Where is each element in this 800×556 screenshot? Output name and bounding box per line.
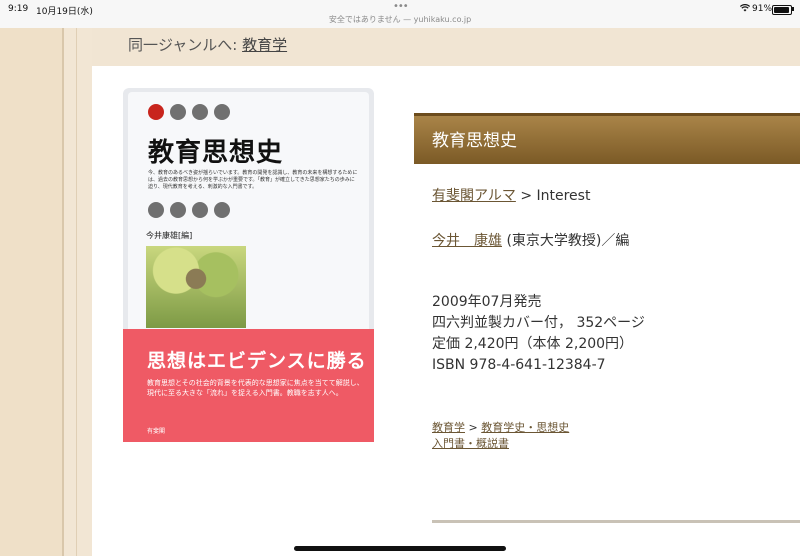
book-details: 2009年07月発売 四六判並製カバー付， 352ページ 定価 2,420円（本…: [432, 292, 645, 376]
cover-dot: [170, 202, 186, 218]
series-suffix: > Interest: [515, 188, 591, 204]
cover-dot: [148, 104, 164, 120]
author-link[interactable]: 今井 康雄: [432, 233, 502, 249]
book-title: 教育思想史: [432, 131, 517, 151]
divider: [62, 28, 64, 556]
format: 四六判並製カバー付， 352ページ: [432, 315, 645, 331]
category-link-intro[interactable]: 入門書・概説書: [432, 437, 509, 450]
category-link-education[interactable]: 教育学: [432, 421, 465, 434]
cover-dot: [148, 202, 164, 218]
left-sidebar: [0, 28, 62, 556]
battery-percent: 91%: [752, 4, 773, 14]
cover-tree-photo: [146, 246, 246, 328]
address-bar[interactable]: 安全ではありません — yuhikaku.co.jp: [0, 14, 800, 25]
cover-band-text: 教育思想とその社会的背景を代表的な思想家に焦点を当てて解説し、現代に至る大きな「…: [147, 379, 364, 397]
series-line: 有斐閣アルマ > Interest: [432, 185, 590, 205]
cover-author: 今井康雄[編]: [146, 231, 193, 240]
category-links: 教育学 > 教育学史・思想史 入門書・概説書: [432, 420, 569, 452]
divider: [76, 28, 77, 556]
cover-dot: [192, 202, 208, 218]
cover-headline: 思想はエビデンスに勝る: [147, 350, 367, 372]
wifi-icon: [740, 4, 750, 12]
cover-publisher: 有斐閣: [147, 428, 166, 435]
category-link-history[interactable]: 教育学史・思想史: [481, 421, 569, 434]
breadcrumb: 同一ジャンルへ: 教育学: [128, 34, 287, 55]
status-time: 9:19: [8, 4, 29, 14]
cover-blurb: 今、教育のあるべき姿が揺らいでいます。教育の開発を認識し、教育の未来を構想するた…: [148, 170, 358, 190]
cover-dot: [214, 202, 230, 218]
battery-fill: [774, 7, 789, 13]
breadcrumb-genre-link[interactable]: 教育学: [242, 36, 287, 54]
cover-dot: [214, 104, 230, 120]
cover-dot: [192, 104, 208, 120]
cover-dots-bottom: [148, 202, 230, 218]
isbn: ISBN 978-4-641-12384-7: [432, 357, 606, 373]
cover-dot: [170, 104, 186, 120]
author-line: 今井 康雄 (東京大学教授)／編: [432, 230, 629, 250]
home-indicator[interactable]: [294, 546, 506, 551]
divider: [432, 520, 800, 523]
breadcrumb-label: 同一ジャンルへ:: [128, 36, 243, 54]
cover-title: 教育思想史: [148, 138, 284, 168]
battery-icon: [772, 5, 792, 15]
series-link[interactable]: 有斐閣アルマ: [432, 188, 516, 204]
category-sep: >: [465, 421, 482, 434]
author-suffix: (東京大学教授)／編: [502, 233, 630, 249]
cover-dots-top: [148, 104, 230, 120]
status-bar: 9:19 10月19日(水) ••• 安全ではありません — yuhikaku.…: [0, 0, 800, 28]
more-dots-icon[interactable]: •••: [393, 1, 409, 12]
battery-nub: [792, 7, 794, 11]
release-date: 2009年07月発売: [432, 294, 542, 310]
price: 定価 2,420円（本体 2,200円）: [432, 336, 634, 352]
